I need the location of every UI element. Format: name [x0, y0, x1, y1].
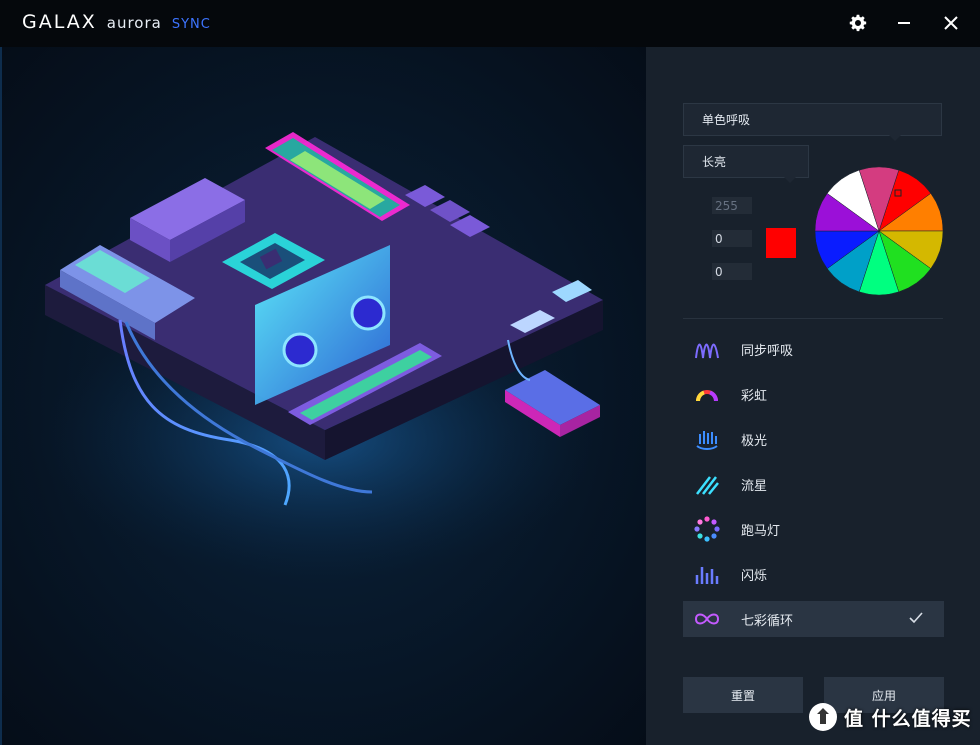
- marquee-icon: [693, 515, 721, 543]
- effect-label: 极光: [741, 433, 768, 449]
- light-dropdown-value: 长亮: [702, 155, 727, 169]
- aurora-icon: [693, 425, 721, 453]
- color-wheel[interactable]: [813, 165, 945, 297]
- mode-dropdown[interactable]: 单色呼吸: [683, 103, 942, 141]
- close-icon: [944, 16, 958, 30]
- wave-icon: [693, 335, 721, 363]
- motherboard-illustration: [40, 132, 603, 580]
- meteor-icon: [693, 470, 721, 498]
- dropdown-tail: [784, 177, 796, 183]
- flash-icon: [693, 560, 721, 588]
- check-icon: [908, 610, 924, 629]
- panel-divider: [683, 318, 943, 319]
- infinity-icon: [693, 605, 721, 633]
- minimize-button[interactable]: [891, 10, 917, 36]
- minimize-icon: [898, 22, 910, 24]
- title-bar: GALAX aurora SYNC: [0, 0, 980, 47]
- effect-meteor[interactable]: 流星: [683, 466, 944, 502]
- effect-flash[interactable]: 闪烁: [683, 556, 944, 592]
- effect-label: 流星: [741, 478, 768, 494]
- mode-dropdown-value: 单色呼吸: [702, 113, 751, 127]
- effect-color-cycle[interactable]: 七彩循环: [683, 601, 944, 637]
- watermark-text: 值 什么值得买: [844, 707, 972, 730]
- effect-label: 彩虹: [741, 388, 768, 404]
- effect-marquee[interactable]: 跑马灯: [683, 511, 944, 547]
- gear-icon: [849, 14, 867, 32]
- brand-name: GALAX: [22, 11, 97, 33]
- effect-sync-breathing[interactable]: 同步呼吸: [683, 331, 944, 367]
- close-button[interactable]: [938, 10, 964, 36]
- settings-button[interactable]: [845, 10, 871, 36]
- red-value-input[interactable]: 255: [712, 197, 752, 214]
- effect-label: 七彩循环: [741, 613, 794, 629]
- watermark: 值 什么值得买: [808, 702, 972, 732]
- product-name: aurora: [106, 14, 162, 32]
- green-value-input[interactable]: 0: [712, 230, 752, 247]
- effect-label: 跑马灯: [741, 523, 781, 539]
- app-logo: GALAX aurora SYNC: [22, 11, 211, 33]
- blue-value-input[interactable]: 0: [712, 263, 752, 280]
- rainbow-icon: [693, 380, 721, 408]
- dropdown-tail: [889, 135, 901, 141]
- effect-label: 同步呼吸: [741, 343, 794, 359]
- reset-button[interactable]: 重置: [683, 677, 803, 713]
- motherboard-preview: [0, 47, 646, 745]
- product-sub: SYNC: [171, 17, 211, 32]
- smzdm-logo-icon: [809, 703, 837, 731]
- effect-rainbow[interactable]: 彩虹: [683, 376, 944, 412]
- effect-aurora[interactable]: 极光: [683, 421, 944, 457]
- color-preview-swatch: [766, 228, 796, 258]
- stage-border: [0, 47, 2, 745]
- effect-label: 闪烁: [741, 568, 768, 584]
- light-dropdown[interactable]: 长亮: [683, 145, 809, 183]
